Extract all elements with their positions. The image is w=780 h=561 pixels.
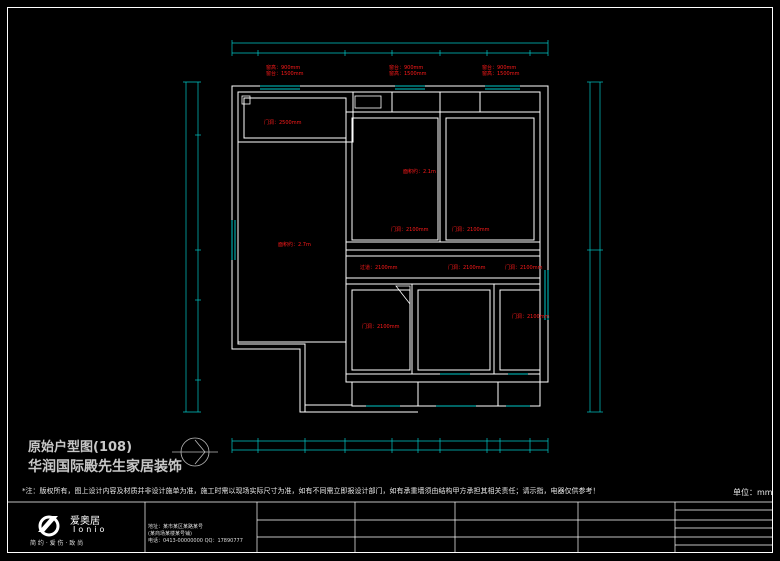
company-logo: 爱奥居 Ionio 简 约 · 爱 伤 · 致 尚	[30, 512, 145, 550]
company-name-en: Ionio	[73, 525, 108, 534]
top-label-3a: 窗台：900mm	[482, 64, 516, 71]
room-label-room-small: 门洞：2100mm	[512, 313, 550, 320]
top-dimension-line	[231, 40, 549, 56]
company-address: 地址：某市某区某路某号	[148, 524, 204, 530]
unit-label: 单位：mm	[733, 488, 773, 497]
company-slogan: 简 约 · 爱 伤 · 致 尚	[30, 540, 84, 547]
room-label-door-left: 门洞：2100mm	[391, 226, 429, 233]
right-dimension-line	[587, 81, 603, 413]
company-address-detail: (某商场某楼某号铺)	[148, 531, 192, 537]
top-label-1b: 窗台：1500mm	[266, 70, 304, 77]
room-label-door-right: 门洞：2100mm	[452, 226, 490, 233]
drawing-subtitle: 华润国际殿先生家居装饰	[28, 459, 182, 475]
company-contact: 电话：0413-00000000 QQ：17890777	[148, 538, 243, 544]
drawing-title: 原始户型图(108)	[28, 440, 133, 455]
room-label-door-mid2: 门洞：2100mm	[505, 264, 543, 271]
left-dimension-line	[183, 81, 201, 413]
fixtures	[241, 95, 411, 306]
room-label-kitchen-door: 门洞：2500mm	[264, 119, 302, 126]
room-label-door-bath: 门洞：2100mm	[362, 323, 400, 330]
top-label-3b: 窗高：1500mm	[482, 70, 520, 77]
room-label-living: 面积约：2.7m	[278, 241, 311, 248]
top-label-2b: 窗高：1500mm	[389, 70, 427, 77]
bottom-dimension-line	[231, 438, 549, 453]
room-label-corridor: 过道：2100mm	[360, 264, 398, 271]
floor-plan: 面积约：2.7m 面积约：2.1m 门洞：2500mm 过道：2100mm 门洞…	[7, 40, 773, 553]
room-label-door-mid1: 门洞：2100mm	[448, 264, 486, 271]
top-label-1a: 窗高：900mm	[266, 64, 300, 71]
drawing-note: *注：版权所有，图上设计内容及材质并非设计施单为准，施工时需以现场实际尺寸为准，…	[22, 487, 600, 495]
top-label-2a: 窗台：900mm	[389, 64, 423, 71]
room-label-bedroom1: 面积约：2.1m	[403, 168, 436, 175]
walls	[231, 85, 549, 413]
